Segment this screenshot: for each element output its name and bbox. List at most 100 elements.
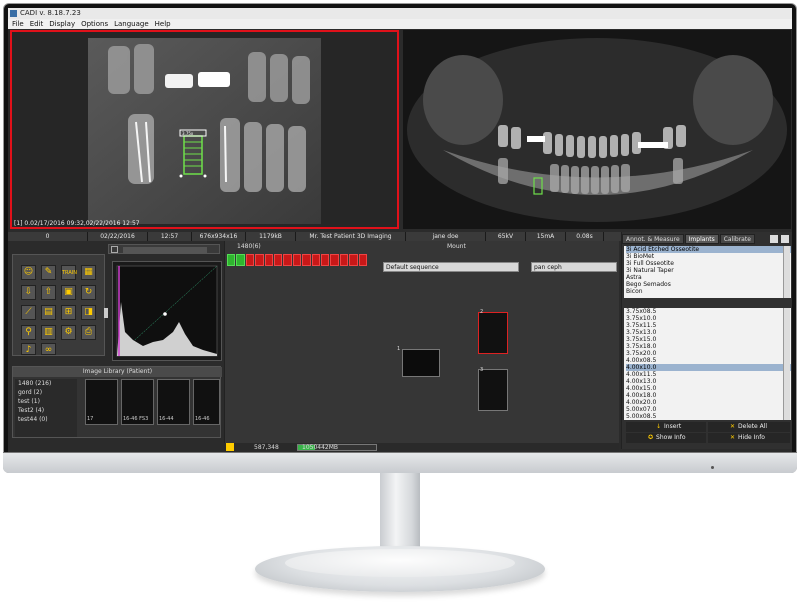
implant-size-label: 3.75x: [182, 131, 194, 136]
patient-item[interactable]: Test2 (4): [18, 406, 77, 415]
show-info-label: Show Info: [656, 434, 686, 441]
implant-size-item[interactable]: 3.75x18.0: [626, 343, 791, 350]
implant-brand-list[interactable]: 3i Acid Etched Osseotite 3i BioMet 3i Fu…: [624, 246, 791, 298]
show-info-button[interactable]: ✪ Show Info: [626, 433, 706, 443]
implant-size-item[interactable]: 4.00x20.0: [626, 399, 791, 406]
implant-size-item[interactable]: 4.00x13.0: [626, 378, 791, 385]
implant-size-item[interactable]: 3.75x15.0: [626, 336, 791, 343]
menu-bar: File Edit Display Options Language Help: [8, 19, 792, 29]
implant-size-list[interactable]: 3.75x08.5 3.75x10.0 3.75x11.5 3.75x13.0 …: [624, 308, 791, 420]
sequence-dropdown[interactable]: Default sequence: [383, 262, 519, 272]
train-label: TRAIN: [62, 270, 77, 276]
panel-tabs: Annot. & Measure Implants Calibrate: [622, 234, 756, 244]
implant-brand-item[interactable]: 3i Natural Taper: [626, 267, 791, 274]
expand-icon[interactable]: [111, 246, 118, 253]
patient-item[interactable]: test44 (0): [18, 415, 77, 424]
brand-scrollbar[interactable]: [783, 246, 790, 298]
implant-size-item[interactable]: 3.75x10.0: [626, 315, 791, 322]
status-index: 0: [8, 232, 88, 241]
menu-help[interactable]: Help: [155, 19, 171, 29]
menu-language[interactable]: Language: [114, 19, 149, 29]
measure-icon[interactable]: ⟋: [21, 305, 36, 320]
implant-size-item[interactable]: 4.00x11.5: [626, 371, 791, 378]
folder-icon[interactable]: ▤: [41, 305, 56, 320]
patient-item[interactable]: test (1): [18, 397, 77, 406]
implant-size-item[interactable]: 4.00x18.0: [626, 392, 791, 399]
title-bar: CADI v. 8.18.7.23: [8, 8, 792, 19]
implant-panel: Annot. & Measure Implants Calibrate 3i A…: [621, 232, 792, 449]
mount-thumbnail[interactable]: [478, 369, 508, 411]
image-viewer-right[interactable]: 2: [403, 30, 791, 229]
implant-size-item-selected[interactable]: 4.00x10.0: [626, 364, 791, 371]
implant-brand-item[interactable]: 3i Full Osseotite: [626, 260, 791, 267]
library-thumb-label: 16-46: [195, 416, 210, 422]
implant-brand-item[interactable]: Bego Semados: [626, 281, 791, 288]
histogram-graph: [116, 265, 218, 357]
mount-label: Mount: [447, 243, 466, 250]
menu-file[interactable]: File: [12, 19, 24, 29]
periapical-xray-image: 3.75x: [88, 38, 321, 224]
search-icon[interactable]: ⚲: [21, 325, 36, 340]
status-icon: [226, 443, 234, 451]
print-icon[interactable]: ⎙: [81, 325, 96, 340]
implant-size-item[interactable]: 3.75x13.0: [626, 329, 791, 336]
zoom-grid-icon[interactable]: ▦: [81, 265, 96, 280]
implant-brand-item[interactable]: 3i BioMet: [626, 253, 791, 260]
monitor-stand-neck: [380, 473, 420, 551]
monitor-stand-base-top: [285, 549, 515, 577]
arrow-left-icon[interactable]: [770, 235, 778, 243]
tab-calibrate[interactable]: Calibrate: [719, 234, 755, 244]
patient-item[interactable]: 1480 (216): [18, 379, 77, 388]
template-dropdown[interactable]: pan ceph: [531, 262, 617, 272]
tab-implants[interactable]: Implants: [684, 234, 719, 244]
implant-size-item[interactable]: 5.00x07.0: [626, 406, 791, 413]
series-label: 1480(6): [237, 243, 261, 250]
mount-thumbnail-number: 3: [480, 367, 484, 373]
implant-brand-item[interactable]: 3i Acid Etched Osseotite: [626, 246, 791, 253]
save-icon[interactable]: ▣: [61, 285, 76, 300]
insert-button[interactable]: ↓ Insert: [626, 422, 706, 432]
tab-annot-measure[interactable]: Annot. & Measure: [622, 234, 684, 244]
image-viewer-left[interactable]: 3.75x [1] 0.02/17/2016 09:32,02/22/2016 …: [10, 30, 399, 229]
library-title: Image Library (Patient): [13, 367, 222, 377]
refresh-icon[interactable]: ↻: [81, 285, 96, 300]
mount-thumbnail-number: 1: [397, 346, 401, 352]
compare-icon[interactable]: ◨: [81, 305, 96, 320]
implant-size-item[interactable]: 4.00x08.5: [626, 357, 791, 364]
teeth-icon[interactable]: ⊞: [61, 305, 76, 320]
mount-thumbnail[interactable]: [478, 312, 508, 354]
menu-options[interactable]: Options: [81, 19, 108, 29]
hide-info-icon: ✕: [730, 434, 736, 441]
size-scrollbar[interactable]: [783, 308, 790, 420]
implant-size-item[interactable]: 3.75x20.0: [626, 350, 791, 357]
status-operator: jane doe: [406, 232, 486, 241]
app-icon: [10, 10, 17, 17]
pencil-icon[interactable]: ✎: [41, 265, 56, 280]
patient-list[interactable]: 1480 (216) gord (2) test (1) Test2 (4) t…: [15, 379, 77, 437]
histogram-left-handle[interactable]: [104, 308, 108, 318]
menu-display[interactable]: Display: [49, 19, 75, 29]
document-icon[interactable]: ▥: [41, 325, 56, 340]
settings-icon[interactable]: ⚙: [61, 325, 76, 340]
export-icon[interactable]: ⇧: [41, 285, 56, 300]
histogram-slider[interactable]: [123, 247, 207, 253]
implant-size-item[interactable]: 3.75x11.5: [626, 322, 791, 329]
train-button[interactable]: TRAIN: [61, 265, 77, 280]
delete-all-button[interactable]: ✕ Delete All: [708, 422, 790, 432]
implant-brand-item[interactable]: Astra: [626, 274, 791, 281]
import-icon[interactable]: ⇩: [21, 285, 36, 300]
smiley-icon[interactable]: ☺: [21, 265, 36, 280]
implant-size-item[interactable]: 4.00x15.0: [626, 385, 791, 392]
histogram-panel[interactable]: [112, 261, 222, 361]
implant-brand-item[interactable]: Bicon: [626, 288, 791, 295]
arrow-right-icon[interactable]: [781, 235, 789, 243]
audio-icon[interactable]: ♪: [21, 343, 36, 355]
link-icon[interactable]: ∞: [41, 343, 56, 355]
mount-thumbnail[interactable]: [402, 349, 440, 377]
image-library-panel: Image Library (Patient) 1480 (216) gord …: [12, 366, 222, 438]
implant-size-item[interactable]: 3.75x08.5: [626, 308, 791, 315]
hide-info-button[interactable]: ✕ Hide Info: [708, 433, 790, 443]
menu-edit[interactable]: Edit: [30, 19, 44, 29]
implant-size-item[interactable]: 5.00x08.5: [626, 413, 791, 420]
patient-item[interactable]: gord (2): [18, 388, 77, 397]
